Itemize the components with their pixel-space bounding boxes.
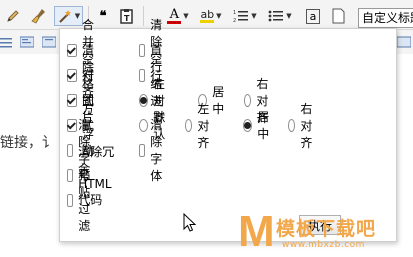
svg-text:1: 1 [233,10,236,16]
paste-filter-label: 粘贴过滤 [78,168,91,233]
mouse-cursor-icon [183,213,197,232]
watermark-m-letter: M [238,207,275,256]
chevron-down-icon: ▼ [183,12,189,20]
chevron-down-icon: ▼ [251,12,257,20]
paste-filter-checkbox[interactable] [67,193,74,207]
page-icon[interactable] [327,6,349,26]
align-right-radio-dot[interactable] [244,93,252,107]
font-select[interactable]: 自定义标题 [358,8,413,28]
highlight-icon: ab [200,8,215,23]
align-center-icon[interactable] [40,32,58,52]
float-right-radio-label: 右对齐 [300,101,313,150]
float-left-radio[interactable]: 左对齐 [185,100,215,151]
ordered-list-button[interactable]: 12 ▼ [230,6,260,26]
highlight-button[interactable]: ab ▼ [196,6,226,26]
svg-text:T: T [124,14,130,23]
align-icon[interactable] [0,32,12,52]
unordered-list-button[interactable]: ▼ [265,6,295,26]
float-left-radio-label: 左对齐 [197,101,210,150]
clear-font-checkbox[interactable] [139,143,146,157]
clear-font-option[interactable]: 清除字体 [139,116,169,184]
font-color-icon: A [169,6,179,22]
float-center-radio-label: 居中 [257,110,270,141]
float-center-radio[interactable]: 居中 [243,108,273,142]
pencil-icon[interactable] [2,6,24,26]
editor-body-text: 链接，讠 [0,135,56,151]
watermark-name: 模板下载吧 [276,218,377,240]
broom-icon[interactable] [28,6,50,26]
svg-text:2: 2 [233,18,236,23]
float-right-radio-dot[interactable] [288,118,296,132]
watermark-logo: M 模板下载吧 www.mbxzb.com [238,210,413,257]
paste-filter-option[interactable]: 粘贴过滤 [67,166,97,234]
chevron-down-icon: ▼ [216,12,222,20]
special-char-button[interactable]: a [302,6,324,26]
chevron-down-icon: ▼ [286,12,292,20]
float-left-radio-dot[interactable] [185,118,193,132]
editor-toolbar: ▼ ❝ T A ▼ ab ▼ 12 ▼ ▼ a 自定义标题 [0,0,413,30]
float-center-radio-dot[interactable] [243,118,253,132]
special-char-icon: a [306,8,320,24]
paste-text-icon[interactable]: T [116,6,138,26]
toolbar-icon-right[interactable] [395,32,413,52]
align-left-icon[interactable] [18,32,36,52]
align-left-radio-dot[interactable] [139,93,148,107]
unordered-list-icon [268,10,284,22]
clear-font-label: 清除字体 [150,118,163,183]
ordered-list-icon: 12 [233,10,249,23]
float-right-radio[interactable]: 右对齐 [288,100,318,151]
watermark-url: www.mbxzb.com [282,240,365,250]
